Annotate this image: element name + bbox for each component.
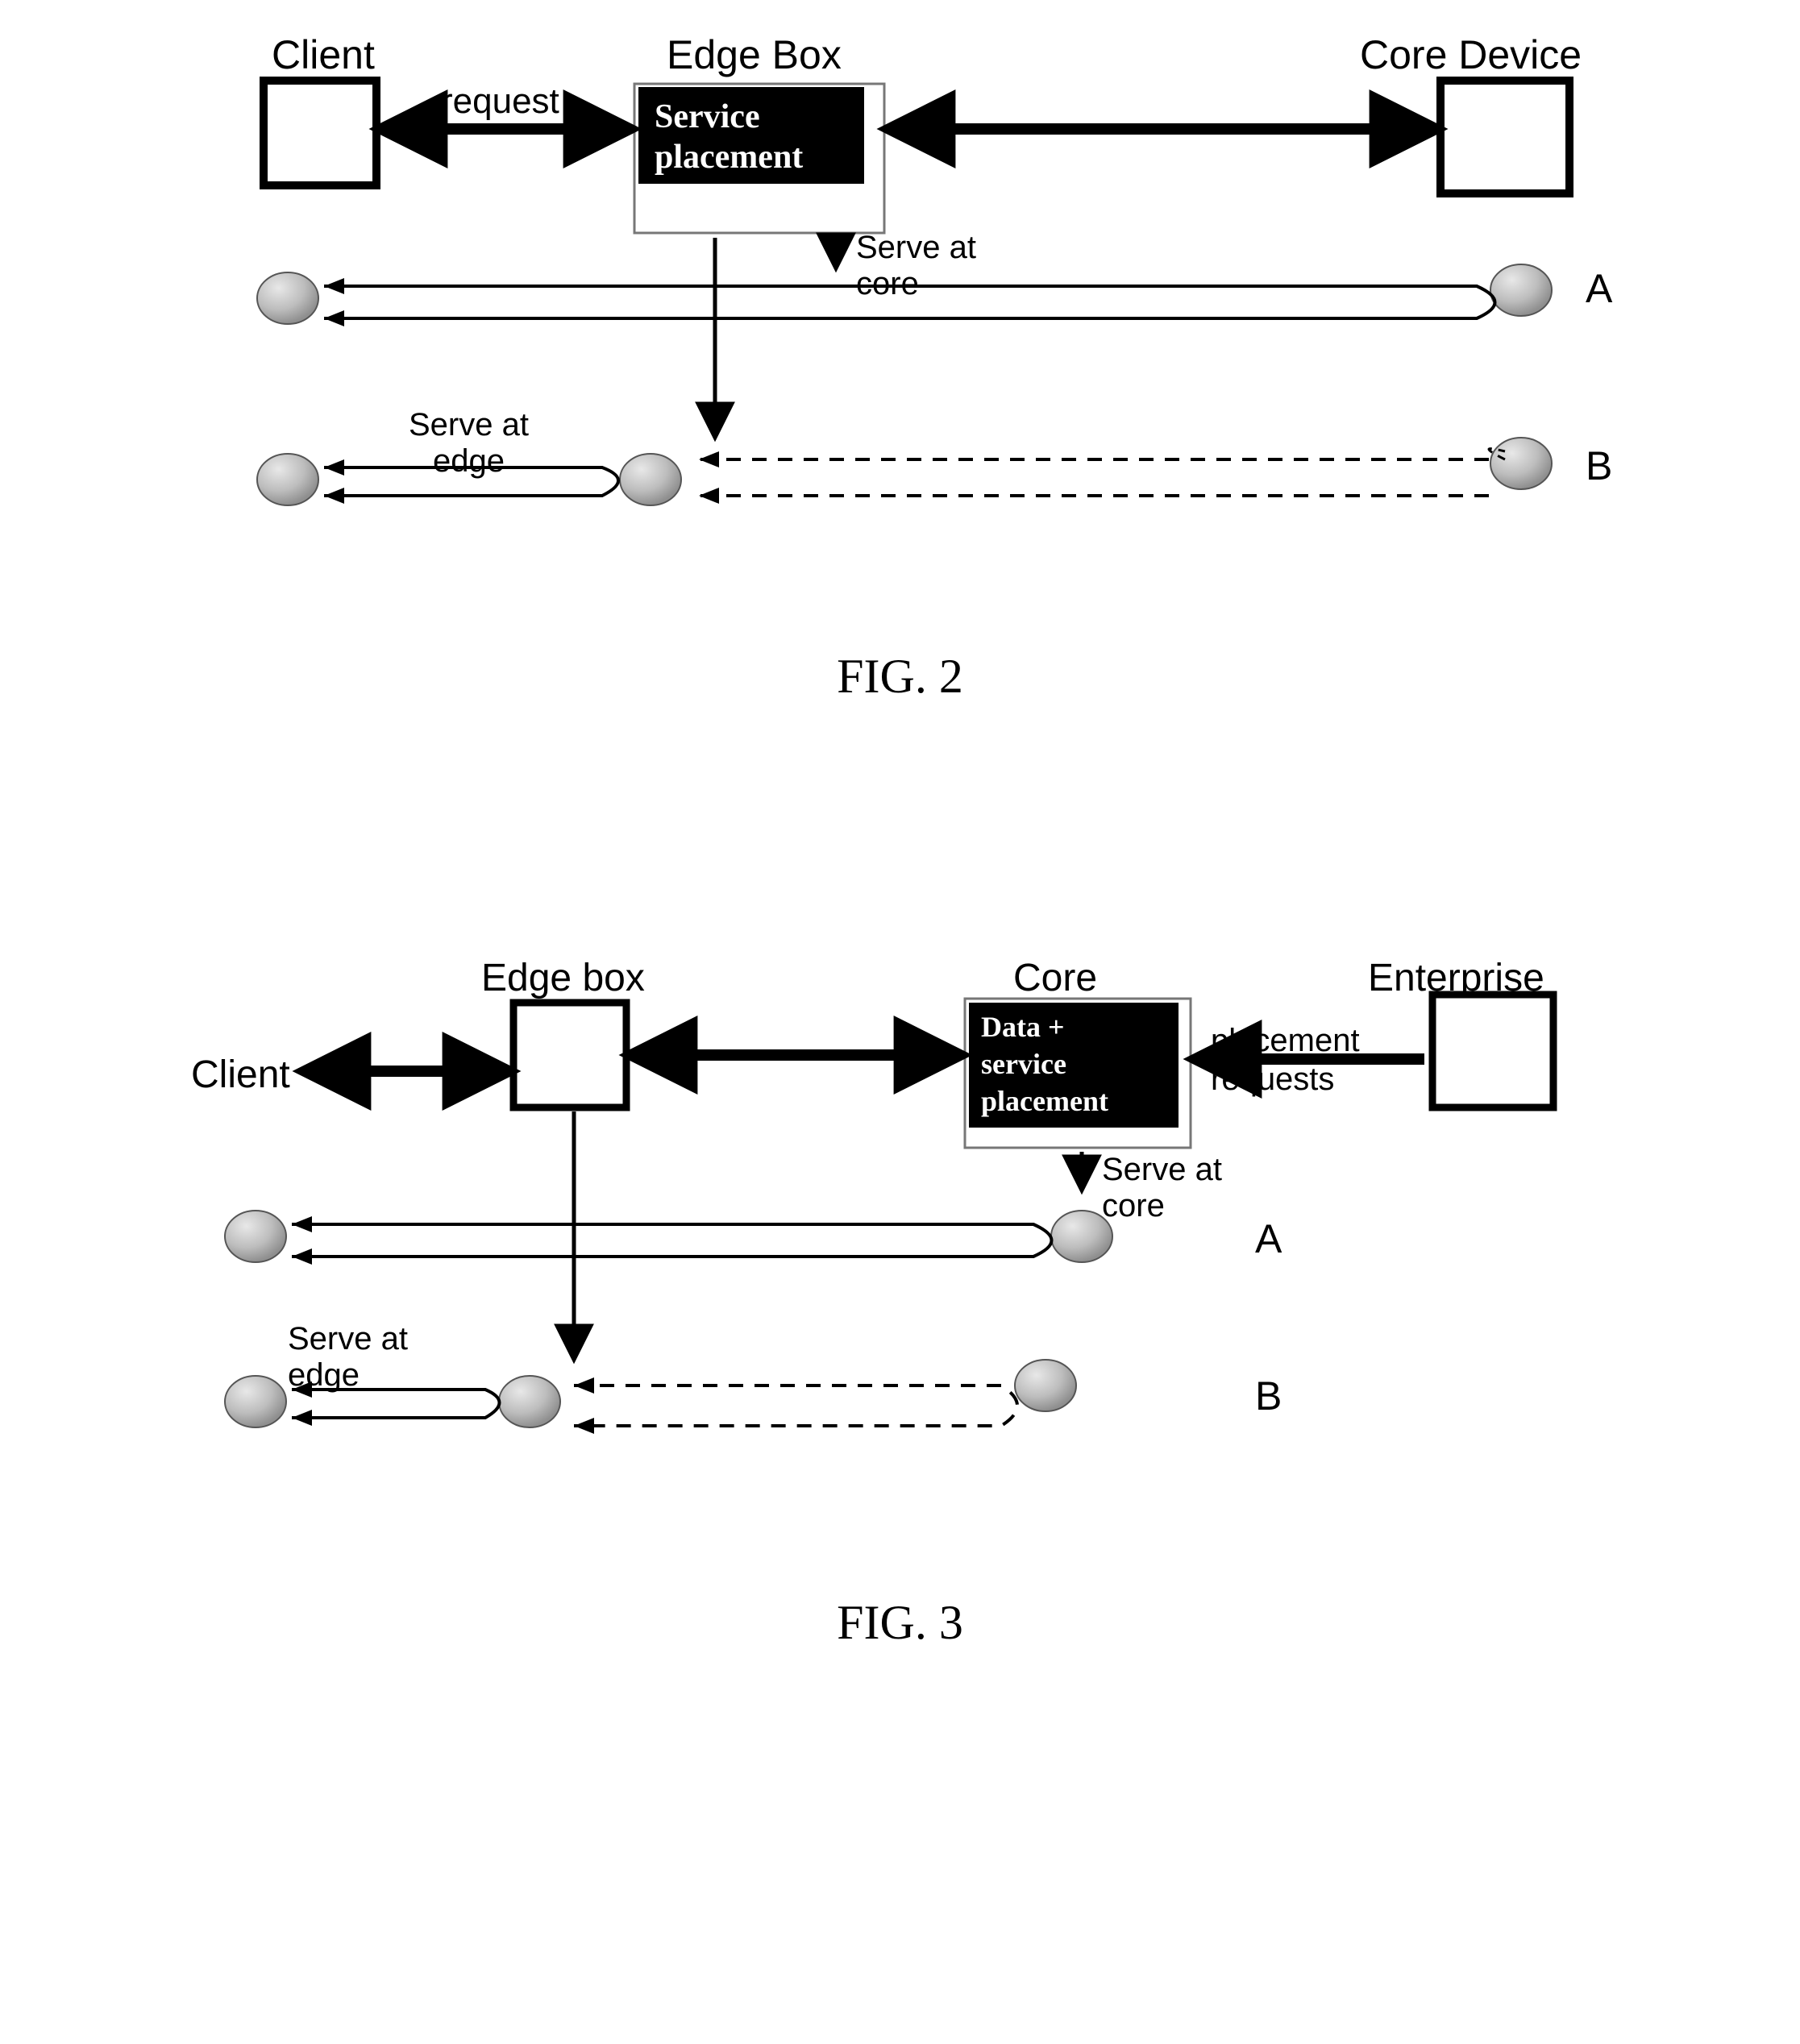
serve-core-l1: Serve at xyxy=(856,230,976,265)
ball-a-right xyxy=(1490,264,1552,316)
ball-b-right xyxy=(1490,438,1552,489)
serve-core-l2: core xyxy=(856,266,919,301)
ball3-b-left xyxy=(225,1376,286,1427)
ball3-a-right xyxy=(1051,1211,1112,1262)
ball-a-left xyxy=(257,272,318,324)
arrowhead3-b-bot xyxy=(292,1410,312,1426)
ball3-a-left xyxy=(225,1211,286,1262)
request-label: request xyxy=(441,81,559,121)
serve-edge-l2: edge xyxy=(433,443,505,479)
core-line1: Data + xyxy=(981,1011,1065,1043)
ball-b-mid xyxy=(620,454,681,505)
fig-2: Client Edge Box Core Device Service plac… xyxy=(135,32,1666,704)
fig2-caption: FIG. 2 xyxy=(135,649,1666,704)
core-device-box xyxy=(1440,81,1569,193)
enterprise-box xyxy=(1432,995,1553,1107)
arrowhead3-b-dashed-bot xyxy=(574,1418,594,1434)
client-box xyxy=(264,81,376,185)
arrowhead-b-bot xyxy=(324,488,344,504)
service-placement-line1: Service xyxy=(655,98,760,135)
arrowhead-dashed-b-bot xyxy=(699,488,719,504)
fig3-client-label: Client xyxy=(191,1053,290,1096)
serve-core3-l1: Serve at xyxy=(1102,1152,1222,1187)
label3-b: B xyxy=(1255,1373,1282,1419)
fig2-core-label: Core Device xyxy=(1360,32,1582,77)
arrowhead-a-bot xyxy=(324,310,344,326)
label3-a: A xyxy=(1255,1216,1282,1261)
hairpin3-b-solid xyxy=(292,1390,500,1418)
placement-req-l2: requests xyxy=(1211,1061,1334,1097)
fig2-client-label: Client xyxy=(272,32,375,77)
ball3-b-right xyxy=(1015,1360,1076,1411)
hairpin3-b-dashed xyxy=(574,1386,1017,1426)
core-line2: service xyxy=(981,1048,1066,1080)
label-a: A xyxy=(1586,266,1613,311)
fig3-svg: Edge box Core Enterprise Client Data + s… xyxy=(135,930,1666,1543)
hairpin3-a xyxy=(292,1224,1052,1257)
fig3-caption: FIG. 3 xyxy=(135,1595,1666,1651)
fig2-svg: Client Edge Box Core Device Service plac… xyxy=(135,32,1666,596)
fig-3: Edge box Core Enterprise Client Data + s… xyxy=(135,930,1666,1651)
fig2-edge-label: Edge Box xyxy=(667,32,842,77)
serve-edge3-l2: edge xyxy=(288,1357,360,1393)
arrowhead3-a-bot xyxy=(292,1248,312,1265)
label-b: B xyxy=(1586,443,1612,488)
arrowhead-dashed-b-top xyxy=(699,451,719,467)
arrowhead3-a-top xyxy=(292,1216,312,1232)
placement-req-l1: placement xyxy=(1211,1023,1360,1058)
serve-edge-l1: Serve at xyxy=(409,407,529,442)
service-placement-line2: placement xyxy=(655,139,803,176)
fig3-core-label: Core xyxy=(1013,957,1097,999)
arrowhead3-b-dashed-top xyxy=(574,1377,594,1394)
arrowhead-a-top xyxy=(324,278,344,294)
ball3-b-mid xyxy=(499,1376,560,1427)
core-line3: placement xyxy=(981,1085,1108,1117)
fig3-edge-label: Edge box xyxy=(481,957,645,999)
serve-edge3-l1: Serve at xyxy=(288,1321,408,1356)
arrowhead-b-top xyxy=(324,459,344,476)
serve-core3-l2: core xyxy=(1102,1188,1165,1223)
ball-b-left xyxy=(257,454,318,505)
edge-box xyxy=(513,1003,626,1107)
